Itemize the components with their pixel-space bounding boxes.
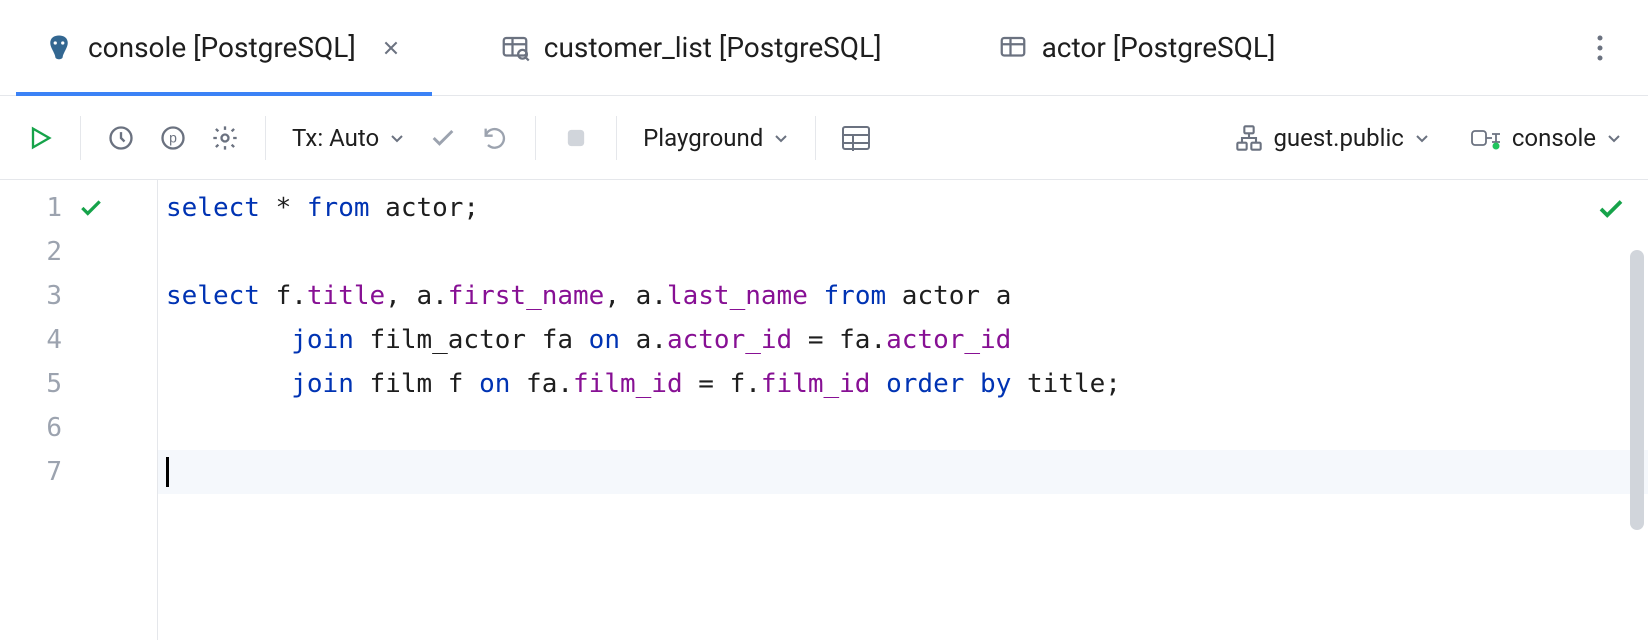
code-area[interactable]: select * from actor; select f.title, a.f…: [158, 180, 1648, 640]
table-icon: [998, 33, 1028, 63]
output-layout-button[interactable]: [834, 116, 878, 160]
code-line: select f.title, a.first_name, a.last_nam…: [158, 274, 1648, 318]
toolbar: p Tx: Auto Playground guest.public conso…: [0, 96, 1648, 180]
history-button[interactable]: [99, 116, 143, 160]
code-line: select * from actor;: [158, 186, 1648, 230]
line-number: 2: [0, 237, 72, 267]
schema-selector[interactable]: guest.public: [1227, 124, 1437, 152]
chevron-down-icon: [389, 130, 405, 146]
more-menu-icon[interactable]: [1576, 24, 1624, 72]
separator: [80, 116, 81, 160]
close-icon[interactable]: [378, 35, 404, 61]
separator: [616, 116, 617, 160]
separator: [815, 116, 816, 160]
analysis-ok-icon[interactable]: [1596, 194, 1626, 224]
table-search-icon: [500, 33, 530, 63]
settings-button[interactable]: [203, 116, 247, 160]
tab-label: actor [PostgreSQL]: [1042, 31, 1276, 64]
schema-label: guest.public: [1273, 124, 1403, 152]
line-number: 5: [0, 369, 72, 399]
chevron-down-icon: [1606, 130, 1622, 146]
stop-button[interactable]: [554, 116, 598, 160]
session-icon: [1470, 125, 1502, 151]
code-line: join film f on fa.film_id = f.film_id or…: [158, 362, 1648, 406]
tab-bar: console [PostgreSQL] customer_list [Post…: [0, 0, 1648, 96]
scrollbar[interactable]: [1630, 250, 1644, 530]
commit-button[interactable]: [421, 116, 465, 160]
playground-label: Playground: [643, 124, 763, 152]
tab-label: customer_list [PostgreSQL]: [544, 31, 882, 64]
separator: [265, 116, 266, 160]
tab-label: console [PostgreSQL]: [88, 31, 356, 64]
line-number: 3: [0, 281, 72, 311]
chevron-down-icon: [1414, 130, 1430, 146]
tab-console[interactable]: console [PostgreSQL]: [16, 0, 432, 95]
code-line: join film_actor fa on a.actor_id = fa.ac…: [158, 318, 1648, 362]
tx-label: Tx: Auto: [292, 124, 379, 152]
gutter: 1 2 3 4 5 6 7: [0, 180, 158, 640]
rollback-button[interactable]: [473, 116, 517, 160]
session-selector[interactable]: console: [1462, 124, 1630, 152]
tab-actor[interactable]: actor [PostgreSQL]: [970, 0, 1304, 95]
tab-customer-list[interactable]: customer_list [PostgreSQL]: [472, 0, 910, 95]
line-number: 7: [0, 457, 72, 487]
session-label: console: [1512, 124, 1596, 152]
caret: [166, 457, 169, 487]
gutter-ok-icon: [72, 195, 132, 221]
line-number: 1: [0, 193, 72, 223]
line-number: 6: [0, 413, 72, 443]
run-button[interactable]: [18, 116, 62, 160]
postgres-icon: [44, 33, 74, 63]
svg-text:p: p: [169, 129, 177, 145]
separator: [535, 116, 536, 160]
code-line: [158, 406, 1648, 450]
chevron-down-icon: [773, 130, 789, 146]
code-line: [158, 450, 1648, 494]
schema-icon: [1235, 124, 1263, 152]
editor: 1 2 3 4 5 6 7 select * from actor; selec…: [0, 180, 1648, 640]
playground-dropdown[interactable]: Playground: [635, 124, 797, 152]
explain-plan-button[interactable]: p: [151, 116, 195, 160]
code-line: [158, 230, 1648, 274]
line-number: 4: [0, 325, 72, 355]
tx-mode-dropdown[interactable]: Tx: Auto: [284, 124, 413, 152]
